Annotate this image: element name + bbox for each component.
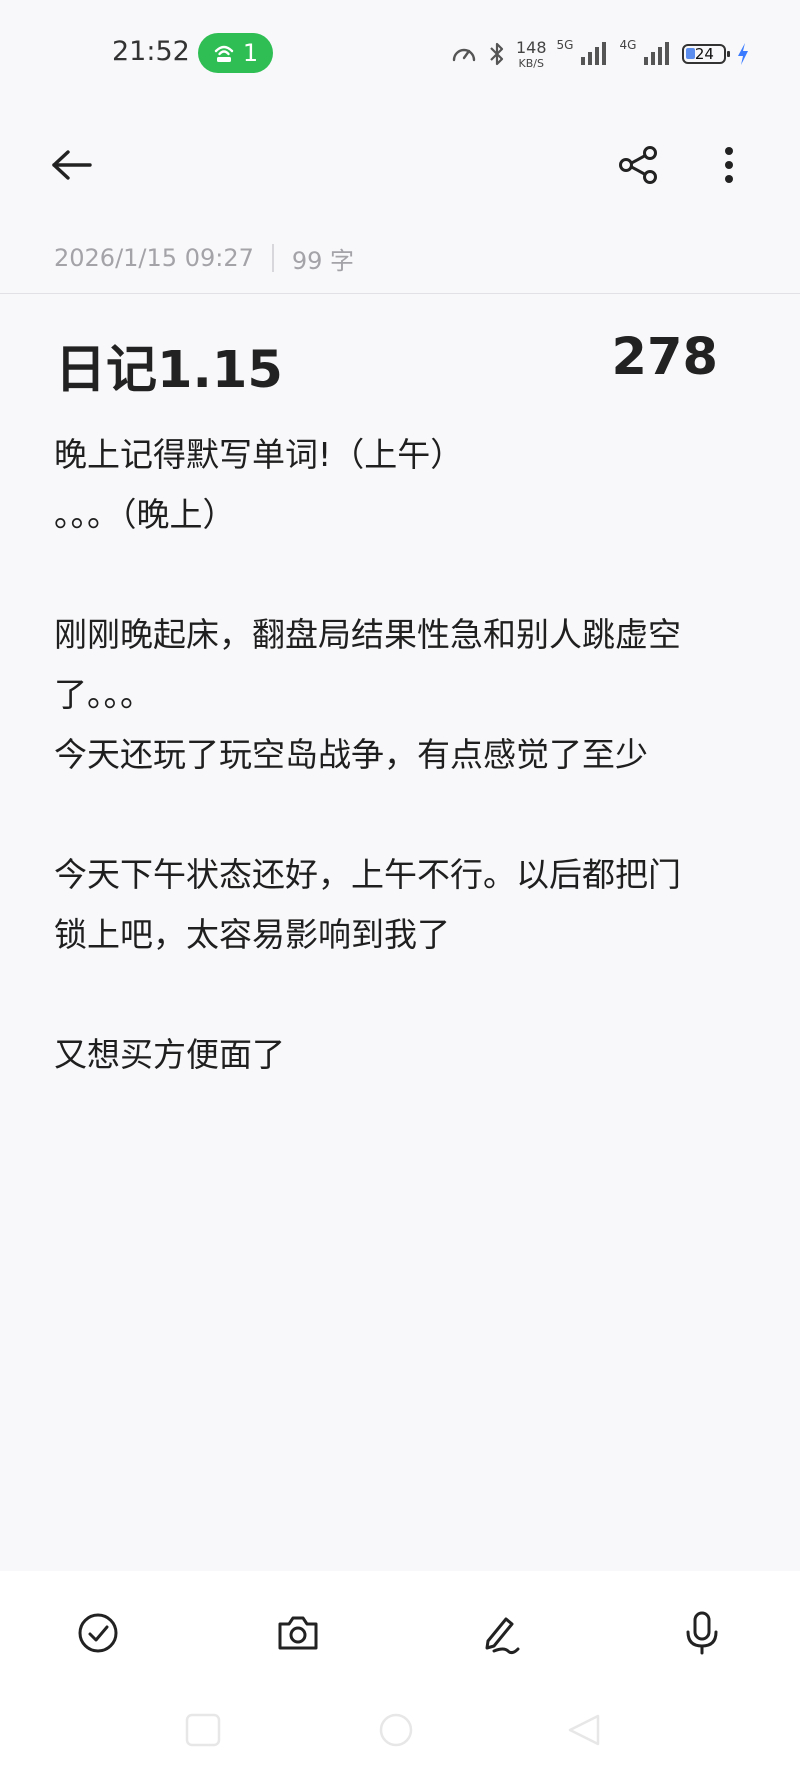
status-icons: 148 KB/S 5G 4G 24 <box>450 34 750 74</box>
note-line: 今天还玩了玩空岛战争，有点感觉了至少 <box>54 735 648 774</box>
microphone-icon <box>686 1611 718 1655</box>
note-line: 今天下午状态还好，上午不行。以后都把门 <box>54 855 681 894</box>
note-line <box>54 545 754 605</box>
charging-icon <box>738 43 749 65</box>
signal-5g-icon <box>581 42 607 65</box>
note-line: 晚上记得默写单词!（上午） <box>54 435 464 474</box>
more-vertical-icon <box>725 147 733 183</box>
note-line: 了。。。 <box>54 675 153 714</box>
note-meta: 2026/1/15 09:27 99 字 <box>54 240 354 276</box>
note-line <box>54 785 754 845</box>
signal-4g-label: 4G <box>619 38 637 52</box>
more-options-button[interactable] <box>703 142 755 188</box>
note-body[interactable]: 晚上记得默写单词!（上午） 。。。（晚上） 刚刚晚起床，翻盘局结果性急和别人跳虚… <box>54 425 754 1085</box>
status-bar: 21:52 1 148 KB/S 5G 4G 24 <box>0 0 800 106</box>
checklist-icon <box>78 1613 118 1653</box>
camera-button[interactable] <box>266 1601 330 1665</box>
share-icon <box>619 146 657 184</box>
note-title-number: 278 <box>611 328 718 387</box>
note-toolbar <box>0 120 800 210</box>
status-clock: 21:52 <box>112 36 190 67</box>
note-word-count: 99 字 <box>291 246 355 275</box>
bluetooth-icon <box>490 42 504 66</box>
note-title[interactable]: 日记1.15 <box>55 328 283 402</box>
header-divider <box>0 293 800 294</box>
network-speed-unit: KB/S <box>518 56 544 70</box>
camera-icon <box>278 1616 318 1650</box>
arrow-left-icon <box>52 150 92 180</box>
note-datetime: 2026/1/15 09:27 <box>54 244 254 272</box>
speedometer-icon <box>452 48 476 62</box>
home-icon[interactable] <box>376 1712 416 1748</box>
hotspot-icon <box>214 45 234 62</box>
battery-indicator: 24 <box>682 44 731 64</box>
hotspot-count: 1 <box>242 39 259 67</box>
checklist-button[interactable] <box>66 1601 130 1665</box>
back-button[interactable] <box>44 142 100 188</box>
nav-back-icon[interactable] <box>564 1712 604 1748</box>
signal-4g-icon <box>644 42 670 65</box>
note-line: 。。。（晚上） <box>54 495 236 534</box>
hotspot-badge: 1 <box>198 33 273 73</box>
signal-5g-label: 5G <box>556 38 574 52</box>
share-button[interactable] <box>610 142 666 188</box>
note-line: 又想买方便面了 <box>54 1035 285 1074</box>
battery-level: 24 <box>694 45 714 63</box>
network-speed-value: 148 <box>516 37 547 57</box>
voice-input-button[interactable] <box>670 1601 734 1665</box>
meta-divider <box>271 244 274 272</box>
network-speed: 148 KB/S <box>516 37 547 70</box>
handwriting-button[interactable] <box>468 1601 532 1665</box>
note-line: 锁上吧，太容易影响到我了 <box>54 915 450 954</box>
handwriting-icon <box>485 1617 520 1655</box>
note-line: 刚刚晚起床，翻盘局结果性急和别人跳虚空 <box>54 615 681 654</box>
recent-apps-icon[interactable] <box>184 1712 222 1748</box>
note-line <box>54 965 754 1025</box>
